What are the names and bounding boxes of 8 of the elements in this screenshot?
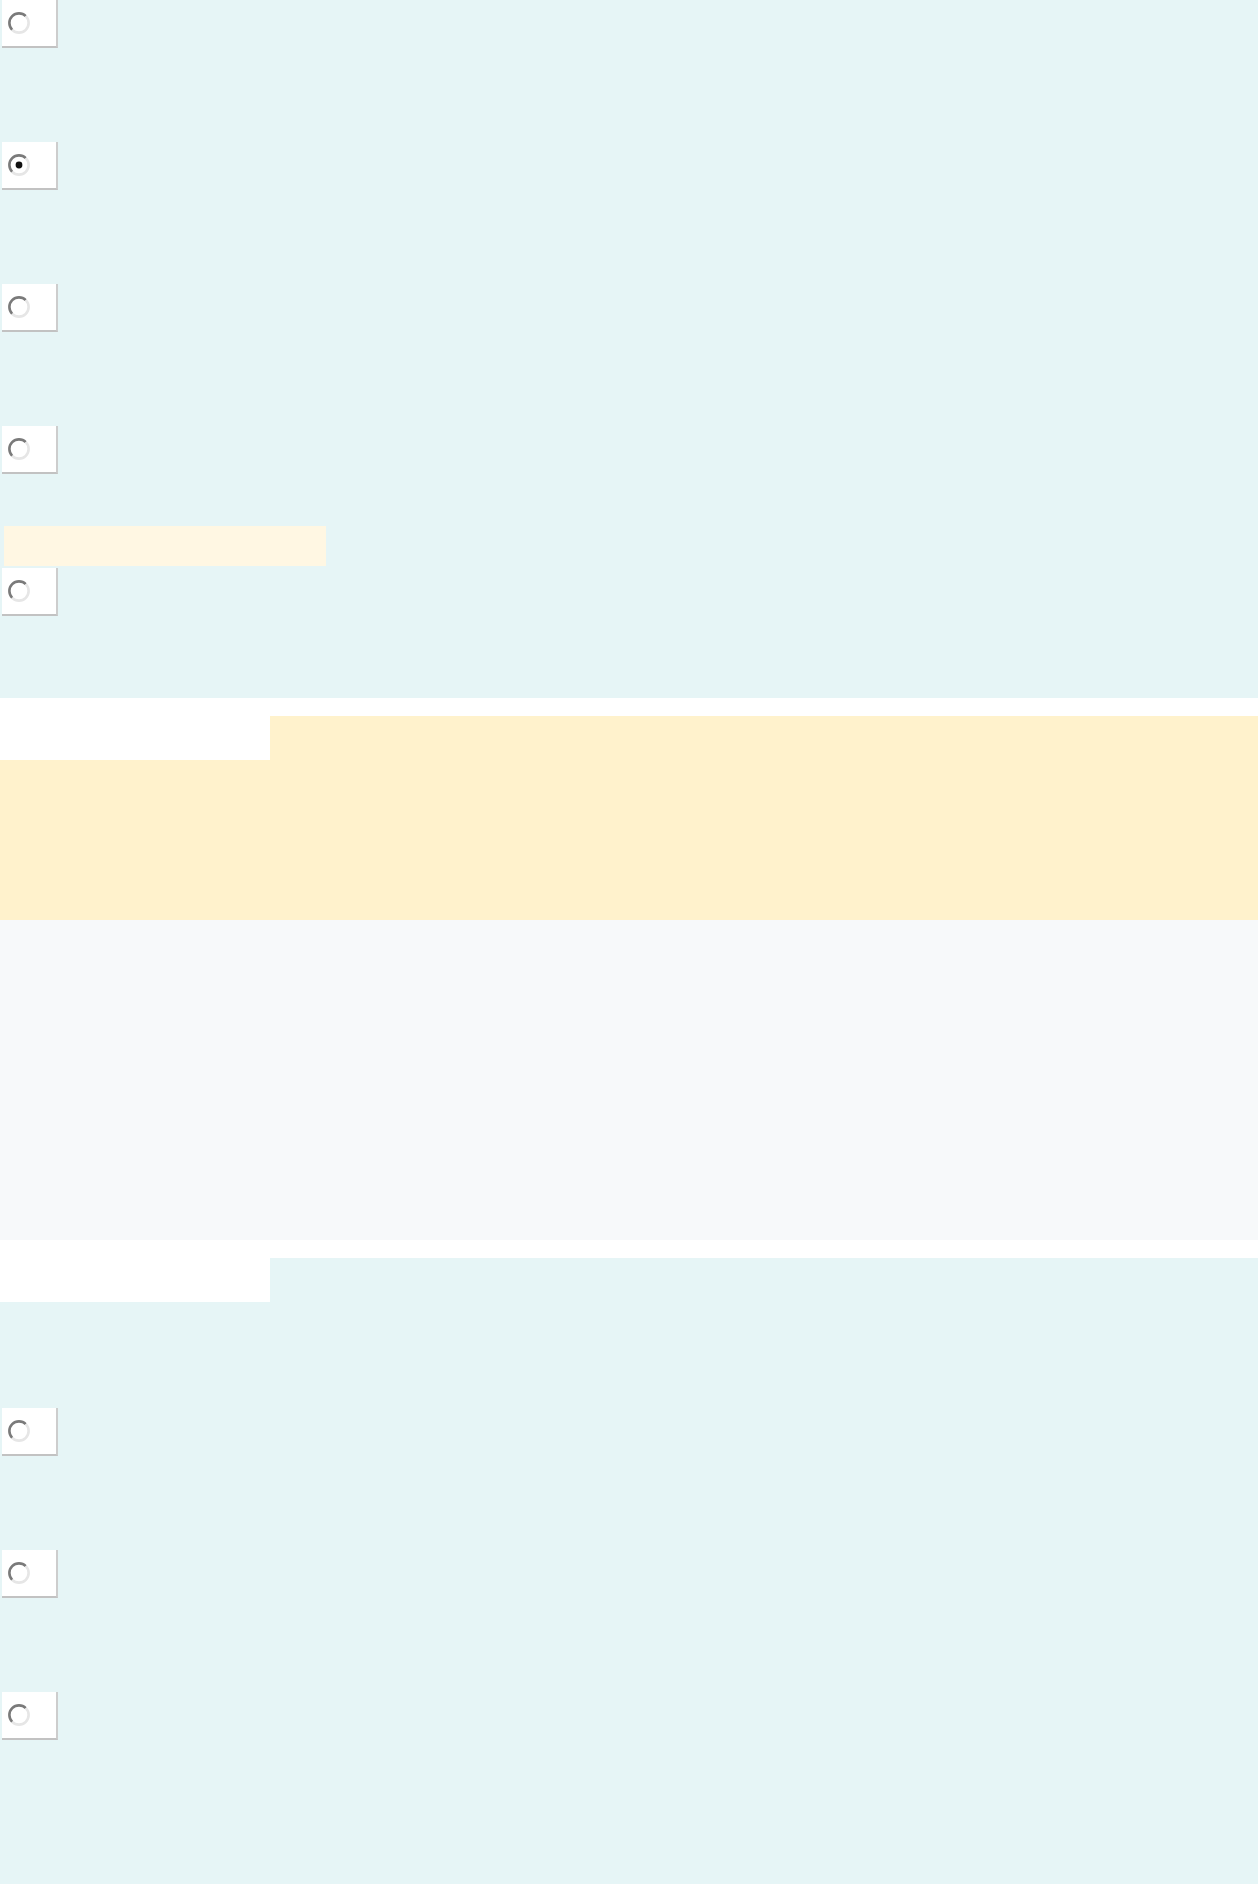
radio-button[interactable] xyxy=(8,580,30,602)
radio-button[interactable] xyxy=(8,296,30,318)
radio-button[interactable] xyxy=(8,1704,30,1726)
radio-button[interactable] xyxy=(8,438,30,460)
radio-button[interactable] xyxy=(8,1420,30,1442)
radio-button[interactable] xyxy=(8,12,30,34)
radio-button[interactable] xyxy=(8,154,30,176)
radio-button[interactable] xyxy=(8,1562,30,1584)
